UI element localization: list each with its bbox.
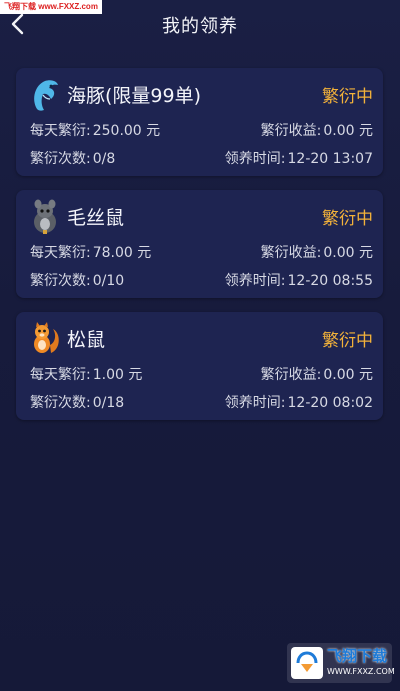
status-badge: 繁衍中: [322, 331, 373, 351]
daily-value: 250.00 元: [92, 123, 161, 139]
time-label: 领养时间:: [224, 395, 286, 411]
time-label: 领养时间:: [224, 151, 286, 167]
status-badge: 繁衍中: [322, 209, 373, 229]
income-value: 0.00 元: [323, 367, 373, 383]
animal-name: 毛丝鼠: [67, 206, 125, 229]
count-value: 0/8: [92, 151, 116, 167]
watermark-logo: 飞翔下载 WWW.FXXZ.COM: [287, 643, 395, 683]
watermark-url: WWW.FXXZ.COM: [327, 667, 395, 676]
dolphin-icon: [28, 74, 62, 114]
income-value: 0.00 元: [323, 245, 373, 261]
daily-value: 1.00 元: [92, 367, 143, 383]
time-value: 12-20 08:02: [287, 395, 373, 411]
animal-name: 松鼠: [67, 328, 106, 351]
daily-label: 每天繁衍:: [30, 123, 91, 139]
income-label: 繁衍收益:: [260, 123, 322, 139]
daily-label: 每天繁衍:: [30, 367, 91, 383]
status-badge: 繁衍中: [322, 87, 373, 107]
header-bar: 我的领养: [0, 0, 400, 48]
page-title: 我的领养: [162, 16, 238, 37]
income-label: 繁衍收益:: [260, 245, 322, 261]
count-label: 繁衍次数:: [30, 151, 91, 167]
daily-value: 78.00 元: [92, 245, 152, 261]
animal-name: 海豚(限量99单): [67, 84, 202, 107]
adoption-card-squirrel[interactable]: 松鼠 繁衍中 每天繁衍: 1.00 元 繁衍收益: 0.00 元 繁衍次数: 0/18…: [16, 312, 383, 420]
daily-label: 每天繁衍:: [30, 245, 91, 261]
time-label: 领养时间:: [224, 273, 286, 289]
site-logo-icon: [291, 647, 323, 679]
count-value: 0/18: [92, 395, 125, 411]
time-value: 12-20 08:55: [287, 273, 373, 289]
count-value: 0/10: [92, 273, 125, 289]
income-value: 0.00 元: [323, 123, 373, 139]
watermark-title: 飞翔下载: [327, 647, 388, 665]
count-label: 繁衍次数:: [30, 395, 91, 411]
income-label: 繁衍收益:: [260, 367, 322, 383]
adoption-card-chinchilla[interactable]: 毛丝鼠 繁衍中 每天繁衍: 78.00 元 繁衍收益: 0.00 元 繁衍次数: 0/…: [16, 190, 383, 298]
squirrel-icon: [28, 318, 62, 358]
chinchilla-icon: [28, 196, 62, 236]
adoption-card-dolphin[interactable]: 海豚(限量99单) 繁衍中 每天繁衍: 250.00 元 繁衍收益: 0.00 元 …: [16, 68, 383, 176]
count-label: 繁衍次数:: [30, 273, 91, 289]
time-value: 12-20 13:07: [287, 151, 373, 167]
